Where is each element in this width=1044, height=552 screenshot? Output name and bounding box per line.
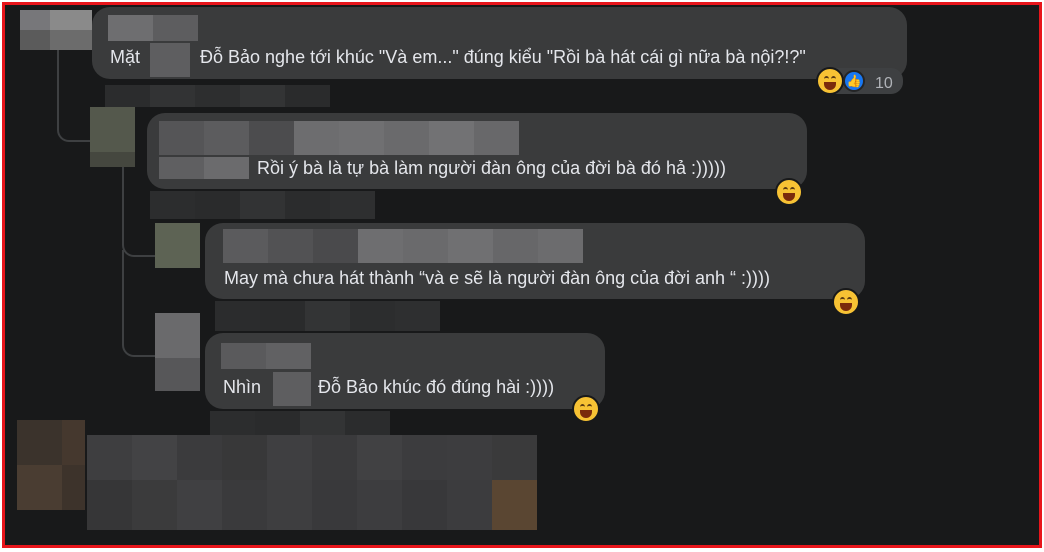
comment-text: Rồi ý bà là tự bà làm người đàn ông của … xyxy=(257,158,726,178)
avatar[interactable] xyxy=(20,10,92,50)
comment-text: Đỗ Bảo khúc đó đúng hài :)))) xyxy=(318,377,555,397)
censored-name xyxy=(150,43,190,77)
comment-text: Đỗ Bảo nghe tới khúc "Và em..." đúng kiể… xyxy=(200,47,806,67)
comment-text: May mà chưa hát thành “và e sẽ là người … xyxy=(224,268,770,288)
comment-actions[interactable] xyxy=(105,85,330,107)
censored-comment xyxy=(87,435,537,530)
comment-actions[interactable] xyxy=(215,301,440,331)
commenter-name[interactable] xyxy=(108,15,198,41)
avatar[interactable] xyxy=(90,107,135,167)
censored-name xyxy=(273,372,311,406)
grin-emoji[interactable] xyxy=(775,178,803,206)
comment-actions[interactable] xyxy=(150,191,375,219)
commenter-name[interactable] xyxy=(221,343,311,369)
grin-emoji[interactable] xyxy=(572,395,600,423)
comment-text-prefix: Mặt xyxy=(110,47,141,67)
commenter-name[interactable] xyxy=(159,121,519,155)
commenter-name[interactable] xyxy=(223,229,583,263)
comment-text-prefix: Nhìn xyxy=(223,377,262,397)
thread-line xyxy=(122,250,159,357)
comment-actions[interactable] xyxy=(210,411,390,437)
thread-line xyxy=(57,50,94,142)
comment-bubble xyxy=(92,7,907,79)
avatar[interactable] xyxy=(155,223,200,268)
grin-emoji xyxy=(816,67,844,95)
tagged-name[interactable] xyxy=(159,157,249,179)
grin-emoji[interactable] xyxy=(832,288,860,316)
avatar[interactable] xyxy=(155,313,200,391)
avatar[interactable] xyxy=(17,420,85,510)
reaction-count: 10 xyxy=(875,75,893,92)
like-icon: 👍 xyxy=(843,70,865,92)
comment-thread: Mặt Đỗ Bảo nghe tới khúc "Và em..." đúng… xyxy=(2,2,1042,548)
